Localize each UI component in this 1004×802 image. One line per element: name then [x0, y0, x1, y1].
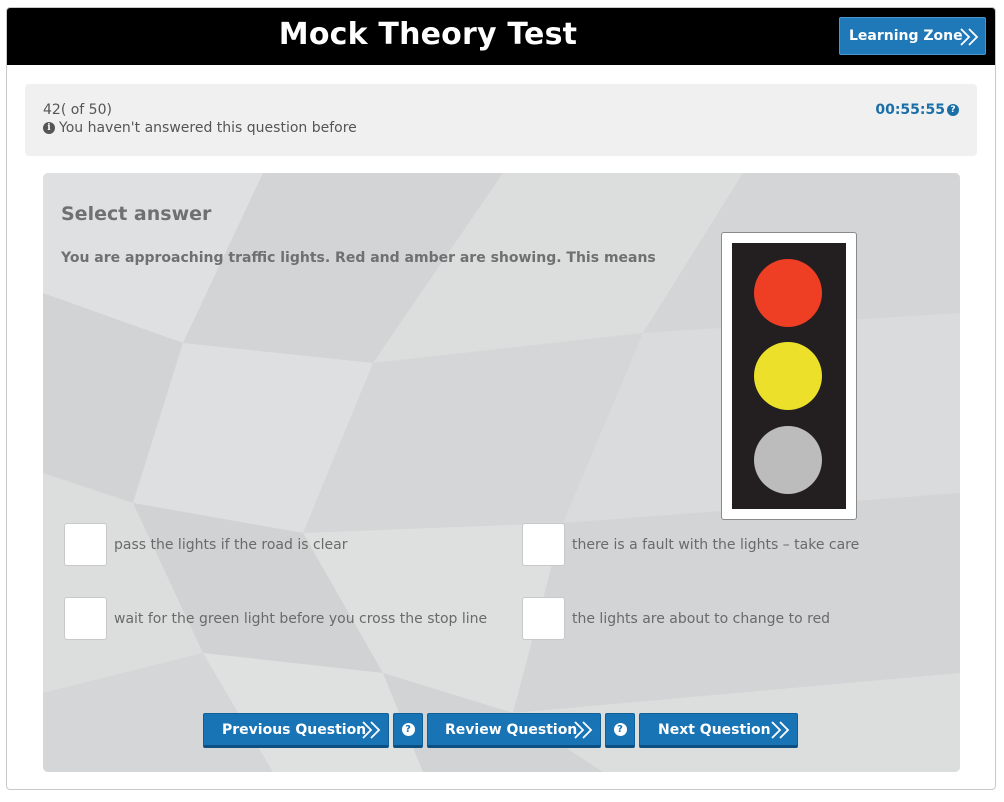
traffic-light-housing [732, 243, 846, 509]
status-box: 42( of 50) i You haven't answered this q… [25, 84, 977, 156]
question-mark-icon: ? [613, 723, 627, 736]
answer-option-4[interactable]: the lights are about to change to red [522, 597, 830, 640]
select-answer-heading: Select answer [61, 203, 212, 225]
timer-value: 00:55:55 [875, 102, 945, 118]
green-lamp-off [754, 426, 822, 494]
red-lamp [754, 259, 822, 327]
answer-option-label: there is a fault with the lights – take … [572, 536, 860, 553]
answer-checkbox[interactable] [522, 597, 565, 640]
question-mark-icon[interactable]: ? [947, 104, 959, 116]
previous-question-label: Previous Question [222, 722, 367, 738]
traffic-light-image [721, 232, 857, 520]
answer-option-1[interactable]: pass the lights if the road is clear [64, 523, 348, 566]
next-question-label: Next Question [658, 722, 771, 738]
question-counter: 42( of 50) [43, 102, 112, 118]
info-icon: i [43, 122, 55, 134]
review-question-label: Review Question [445, 722, 578, 738]
answer-checkbox[interactable] [64, 597, 107, 640]
double-chevron-right-icon [362, 721, 381, 739]
answered-note: i You haven't answered this question bef… [43, 120, 357, 136]
header-bar: Mock Theory Test Learning Zone [7, 8, 995, 65]
double-chevron-right-icon [574, 721, 593, 739]
review-question-button[interactable]: Review Question [427, 713, 601, 748]
double-chevron-right-icon [960, 28, 979, 46]
answered-note-text: You haven't answered this question befor… [59, 120, 357, 136]
previous-question-button[interactable]: Previous Question [203, 713, 389, 748]
learning-zone-label: Learning Zone [849, 28, 963, 44]
amber-lamp [754, 342, 822, 410]
answer-option-label: the lights are about to change to red [572, 610, 831, 627]
previous-help-button[interactable]: ? [393, 713, 423, 748]
answer-option-2[interactable]: there is a fault with the lights – take … [522, 523, 859, 566]
review-help-button[interactable]: ? [605, 713, 635, 748]
question-mark-icon: ? [401, 723, 415, 736]
answer-option-3[interactable]: wait for the green light before you cros… [64, 597, 487, 640]
timer[interactable]: 00:55:55 ? [875, 102, 959, 118]
answer-option-label: pass the lights if the road is clear [114, 536, 348, 553]
question-panel: Select answer You are approaching traffi… [43, 173, 960, 772]
app-frame: Mock Theory Test Learning Zone 42( of 50… [6, 7, 996, 790]
page-title: Mock Theory Test [278, 17, 578, 52]
answer-checkbox[interactable] [522, 523, 565, 566]
learning-zone-button[interactable]: Learning Zone [839, 17, 986, 55]
next-question-button[interactable]: Next Question [639, 713, 798, 748]
answer-option-label: wait for the green light before you cros… [114, 610, 488, 627]
question-text: You are approaching traffic lights. Red … [61, 250, 656, 266]
answer-checkbox[interactable] [64, 523, 107, 566]
double-chevron-right-icon [771, 721, 790, 739]
